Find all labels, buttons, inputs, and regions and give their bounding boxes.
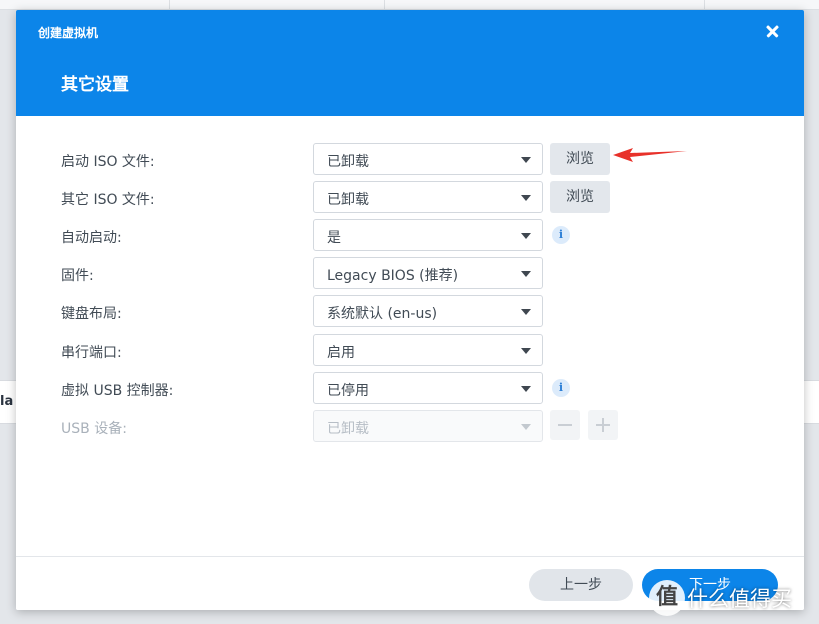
annotation-arrow-icon	[613, 148, 687, 162]
background-header-cell	[385, 0, 705, 10]
autostart-value: 是	[327, 230, 341, 246]
watermark: 值 什么值得买	[649, 578, 819, 618]
annotation-arrow-shape	[613, 148, 687, 162]
usb-controller-select[interactable]: 已停用	[313, 372, 543, 404]
chevron-down-icon	[521, 348, 531, 354]
boot-iso-value: 已卸载	[327, 154, 369, 170]
keyboard-layout-value: 系统默认 (en-us)	[327, 306, 438, 322]
create-vm-dialog: 创建虚拟机 其它设置 启动 ISO 文件: 已卸载 浏览 其它 ISO 文件: …	[16, 10, 804, 610]
background-header-cell	[170, 0, 385, 10]
form-row-firmware: 固件: Legacy BIOS (推荐)	[16, 257, 804, 289]
background-table-row-right	[804, 380, 819, 424]
usb-controller-value: 已停用	[327, 383, 369, 399]
chevron-down-icon	[521, 386, 531, 392]
watermark-logo: 值	[649, 580, 685, 616]
form-row-autostart: 自动启动: 是 i	[16, 219, 804, 251]
info-icon[interactable]: i	[552, 226, 570, 244]
form-row-serial-port: 串行端口: 启用	[16, 334, 804, 366]
form-row-usb-device: USB 设备: 已卸载	[16, 410, 804, 442]
firmware-label: 固件:	[61, 268, 94, 284]
keyboard-layout-label: 键盘布局:	[61, 306, 122, 322]
autostart-select[interactable]: 是	[313, 219, 543, 251]
usb-device-select: 已卸载	[313, 410, 543, 442]
other-iso-value: 已卸载	[327, 192, 369, 208]
chevron-down-icon	[521, 195, 531, 201]
serial-port-label: 串行端口:	[61, 345, 122, 361]
form-row-usb-controller: 虚拟 USB 控制器: 已停用 i	[16, 372, 804, 404]
dialog-window-title: 创建虚拟机	[38, 26, 99, 40]
boot-iso-label: 启动 ISO 文件:	[61, 154, 155, 170]
background-table-header	[0, 0, 819, 10]
usb-device-value: 已卸载	[327, 421, 369, 437]
page-title: 其它设置	[61, 75, 129, 95]
boot-iso-select[interactable]: 已卸载	[313, 143, 543, 175]
add-usb-device-button	[588, 410, 618, 440]
previous-step-button[interactable]: 上一步	[529, 569, 633, 601]
form-row-keyboard-layout: 键盘布局: 系统默认 (en-us)	[16, 295, 804, 327]
remove-usb-device-button	[550, 410, 580, 440]
firmware-value: Legacy BIOS (推荐)	[327, 268, 459, 284]
background-table-row: la	[0, 380, 16, 424]
background-row-label: la	[0, 394, 14, 409]
usb-controller-label: 虚拟 USB 控制器:	[61, 383, 174, 399]
usb-device-label: USB 设备:	[61, 421, 127, 437]
keyboard-layout-select[interactable]: 系统默认 (en-us)	[313, 295, 543, 327]
serial-port-value: 启用	[327, 345, 355, 361]
chevron-down-icon	[521, 309, 531, 315]
serial-port-select[interactable]: 启用	[313, 334, 543, 366]
firmware-select[interactable]: Legacy BIOS (推荐)	[313, 257, 543, 289]
boot-iso-browse-button[interactable]: 浏览	[550, 143, 610, 175]
background-header-cell	[0, 0, 170, 10]
chevron-down-icon	[521, 271, 531, 277]
autostart-label: 自动启动:	[61, 230, 122, 246]
watermark-text: 什么值得买	[687, 587, 792, 611]
chevron-down-icon	[521, 233, 531, 239]
other-iso-label: 其它 ISO 文件:	[61, 192, 155, 208]
close-icon[interactable]	[762, 20, 784, 42]
dialog-header: 创建虚拟机 其它设置	[16, 10, 804, 116]
other-iso-browse-button[interactable]: 浏览	[550, 181, 610, 213]
form-row-other-iso: 其它 ISO 文件: 已卸载 浏览	[16, 181, 804, 213]
chevron-down-icon	[521, 424, 531, 430]
info-icon[interactable]: i	[552, 379, 570, 397]
other-iso-select[interactable]: 已卸载	[313, 181, 543, 213]
chevron-down-icon	[521, 157, 531, 163]
